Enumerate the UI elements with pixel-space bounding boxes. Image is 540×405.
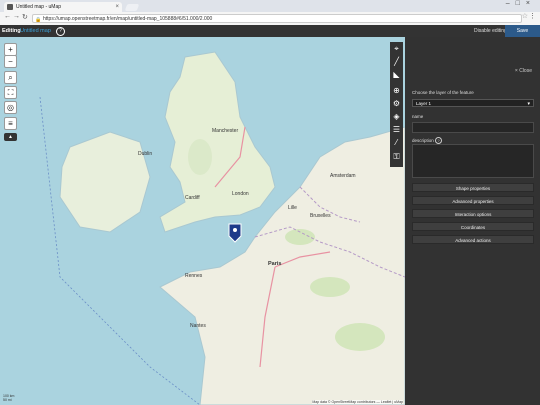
chevron-down-icon: ▾ [527,101,530,107]
close-panel-button[interactable]: × Close [515,68,532,74]
map-canvas[interactable]: Dublin Manchester London Cardiff Amsterd… [0,37,405,405]
save-button[interactable]: Save [505,25,540,37]
close-tab-icon[interactable]: × [115,2,119,12]
browser-menu-icon[interactable]: ⋮ [529,12,536,20]
datalayers-icon[interactable]: ☰ [391,125,402,135]
reload-icon[interactable]: ↻ [22,13,28,21]
place-label: London [232,191,249,197]
draw-marker-icon[interactable]: ⌖ [391,44,402,54]
help-icon[interactable]: ? [56,27,65,36]
name-input[interactable] [412,122,534,133]
url-field[interactable]: 🔒 https://umap.openstreetmap.fr/en/map/u… [32,14,522,23]
place-label: Nantes [190,323,206,329]
address-bar: ← → ↻ 🔒 https://umap.openstreetmap.fr/en… [0,12,540,26]
map-attribution: Map data © OpenStreetMap contributors — … [312,400,403,404]
place-label: Cardiff [185,195,200,201]
great-britain-landmass [159,51,276,233]
bookmark-star-icon[interactable]: ☆ [522,12,528,20]
feature-edit-panel: × Close Choose the layer of the feature … [405,37,540,405]
url-text: https://umap.openstreetmap.fr/en/map/unt… [43,16,213,22]
layer-select-value: Layer 1 [416,101,432,106]
draw-polygon-icon[interactable]: ◣ [391,70,402,80]
map-name-link[interactable]: Untitled map [20,25,51,37]
place-label: Rennes [185,273,203,279]
new-tab-button[interactable] [124,4,140,11]
description-label-text: description [412,138,434,143]
name-label: name [412,114,424,119]
place-label: Bruxelles [310,213,331,219]
layers-edit-icon[interactable]: ◈ [391,112,402,122]
window-controls[interactable]: –□× [506,0,536,7]
draw-line-icon[interactable]: ╱ [391,57,402,67]
map-marker-icon [228,223,242,243]
advanced-actions-button[interactable]: Advanced actions [412,235,534,244]
permissions-icon[interactable]: ⚿ [391,152,402,162]
advanced-properties-button[interactable]: Advanced properties [412,196,534,205]
tab-title: Untitled map - uMap [16,4,62,10]
layer-select[interactable]: Layer 1 ▾ [412,99,534,107]
shape-properties-button[interactable]: Shape properties [412,183,534,192]
fullscreen-icon[interactable]: ⛶ [4,86,17,99]
map-tiles: Dublin Manchester London Cardiff Amsterd… [39,51,405,405]
scale-bar: 100 km 50 mi [3,394,14,402]
help-icon[interactable]: ? [435,137,443,144]
place-label: Paris [268,261,281,267]
import-icon[interactable]: ⊕ [391,86,402,96]
umap-top-bar: Editing Untitled map ? Disable editing S… [0,25,540,37]
place-label: Dublin [138,151,152,157]
layer-select-label: Choose the layer of the feature [412,90,474,95]
coordinates-button[interactable]: Coordinates [412,222,534,231]
back-arrow-icon[interactable]: ← [4,13,11,20]
description-label: description ? [412,137,443,144]
lock-icon: 🔒 [35,17,42,23]
edit-toolbar: ⌖ ╱ ◣ ⊕ ⚙ ◈ ☰ ⁄ ⚿ [390,42,403,167]
locate-icon[interactable]: ◎ [4,101,17,114]
search-icon[interactable]: ⌕ [4,71,17,84]
settings-gear-icon[interactable]: ⚙ [391,99,402,109]
editing-label: Editing [2,28,21,34]
umap-favicon-icon [7,4,13,10]
browser-tab-strip: Untitled map - uMap × –□× [0,0,540,12]
layers-icon[interactable]: ≡ [4,117,17,130]
place-label: Lille [288,205,297,211]
place-label: Amsterdam [330,173,356,179]
forward-arrow-icon[interactable]: → [13,13,20,20]
description-textarea[interactable] [412,144,534,178]
browser-tab[interactable]: Untitled map - uMap × [4,2,122,12]
place-label: Manchester [212,128,238,134]
interaction-options-button[interactable]: Interaction options [412,209,534,218]
tilelayer-icon[interactable]: ⁄ [391,138,402,148]
close-label: Close [519,68,532,74]
ireland-landmass [59,131,151,233]
collapse-icon[interactable]: ▲ [4,133,17,141]
disable-editing-button[interactable]: Disable editing [474,25,507,37]
zoom-out-button[interactable]: − [4,55,17,68]
scale-mi: 50 mi [3,398,12,402]
